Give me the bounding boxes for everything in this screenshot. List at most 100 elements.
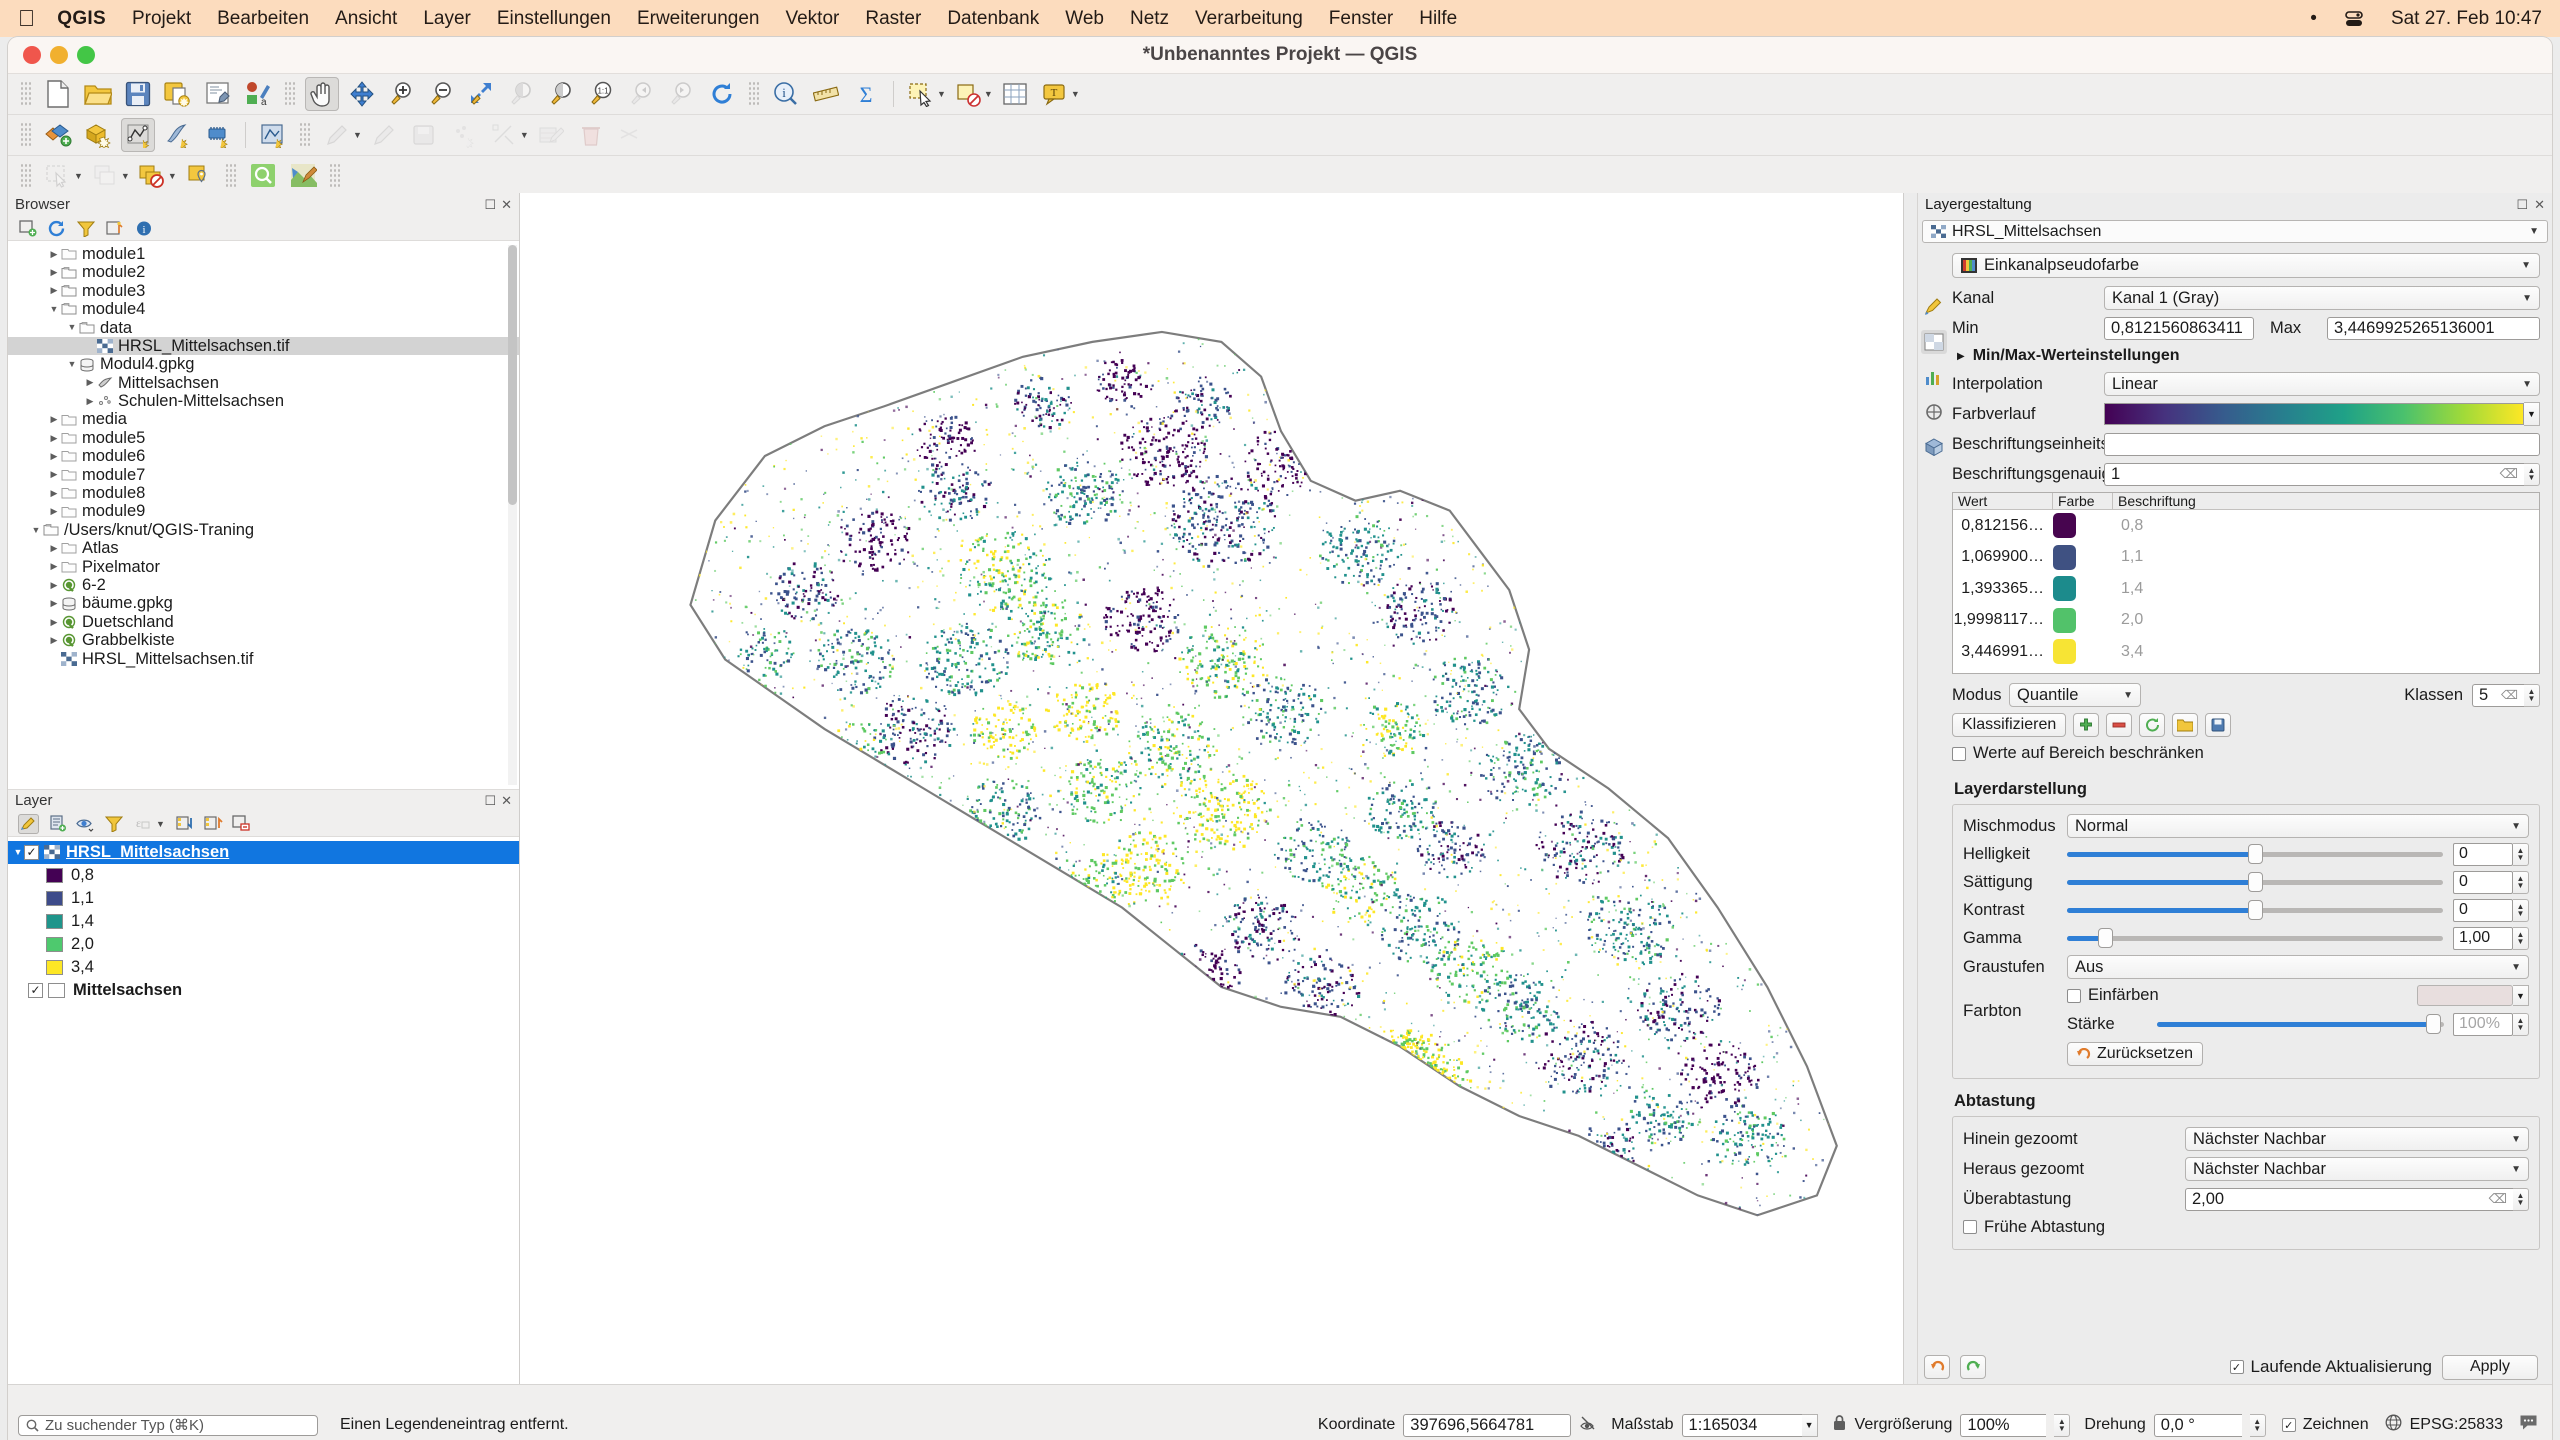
load-colormap-icon[interactable]	[2172, 713, 2199, 737]
rotation-input[interactable]: 0,0 °	[2153, 1413, 2242, 1437]
grayscale-combo[interactable]: Aus ▼	[2067, 955, 2529, 979]
color-class-row[interactable]: 1,9998117… 2,0	[1953, 605, 2539, 637]
class-color-cell[interactable]	[2053, 576, 2113, 602]
band-combo[interactable]: Kanal 1 (Gray) ▼	[2104, 286, 2540, 310]
chevron-down-icon[interactable]: ▼	[168, 171, 177, 181]
browser-scrollbar[interactable]	[508, 245, 517, 785]
class-color-swatch[interactable]	[2053, 607, 2076, 633]
class-color-cell[interactable]	[2053, 544, 2113, 570]
menu-einstellungen[interactable]: Einstellungen	[497, 8, 611, 30]
strength-spinner[interactable]: ▲ ▼	[2513, 1012, 2529, 1036]
twisty-collapsed-icon[interactable]: ▶	[48, 415, 60, 424]
undo-icon[interactable]	[1924, 1355, 1950, 1379]
search-map-icon[interactable]	[246, 159, 280, 193]
twisty-collapsed-icon[interactable]: ▶	[48, 507, 60, 516]
chevron-down-icon[interactable]: ▼	[520, 130, 529, 140]
new-geopackage-layer-icon[interactable]	[256, 118, 290, 152]
info-icon[interactable]: i	[134, 219, 153, 238]
add-virtual-layer-icon[interactable]	[161, 118, 195, 152]
browser-tree-item[interactable]: ▶ Pixelmator	[8, 558, 519, 576]
minmax-settings-section[interactable]: ▶ Min/Max-Werteinstellungen	[1952, 343, 2540, 369]
scale-dropdown[interactable]: ▼	[1801, 1413, 1818, 1437]
save-layer-edits-icon[interactable]	[407, 118, 441, 152]
map-styling-icon[interactable]	[286, 159, 320, 193]
map-canvas-container[interactable]	[520, 193, 1904, 1384]
layer-visibility-checkbox[interactable]: ✓	[28, 982, 43, 998]
expand-all-icon[interactable]	[176, 814, 195, 833]
strength-value-box[interactable]: 100%	[2453, 1012, 2513, 1036]
clip-checkbox[interactable]	[1952, 746, 1966, 761]
select-by-location-icon[interactable]	[182, 159, 216, 193]
layer-tree[interactable]: ▼ ✓ HRSL_Mittelsachsen 0,8 1,1 1,4 2,0 3,4 ✓ Mitt…	[8, 836, 519, 1384]
twisty-collapsed-icon[interactable]: ▶	[48, 286, 60, 295]
browser-tree-item[interactable]: ▶ Atlas	[8, 539, 519, 557]
browser-tree-item[interactable]: ▶ Schulen-Mittelsachsen	[8, 392, 519, 410]
color-class-row[interactable]: 0,812156… 0,8	[1953, 510, 2539, 542]
zoom-last-icon[interactable]	[625, 77, 659, 111]
colorize-color-swatch[interactable]	[2417, 985, 2513, 1006]
twisty-collapsed-icon[interactable]: ▶	[48, 635, 60, 645]
menu-hilfe[interactable]: Hilfe	[1419, 8, 1457, 30]
twisty-expanded-icon[interactable]: ▼	[66, 323, 78, 332]
new-print-layout-icon[interactable]	[201, 77, 235, 111]
menu-bearbeiten[interactable]: Bearbeiten	[217, 8, 309, 30]
color-classes-table[interactable]: Wert Farbe Beschriftung 0,812156… 0,8 1,06…	[1952, 492, 2540, 674]
browser-tree-item[interactable]: ▶ module1	[8, 245, 519, 263]
reset-button[interactable]: Zurücksetzen	[2067, 1042, 2204, 1066]
class-value[interactable]: 0,812156…	[1953, 517, 2053, 535]
twisty-collapsed-icon[interactable]: ▶	[84, 378, 96, 387]
add-mesh-layer-icon[interactable]	[201, 118, 235, 152]
chevron-down-icon[interactable]: ▼	[2522, 379, 2532, 390]
zoom-full-icon[interactable]	[465, 77, 499, 111]
gamma-value-box[interactable]: 1,00	[2453, 926, 2513, 950]
browser-close-icon[interactable]: ✕	[501, 197, 512, 213]
rotation-spinner[interactable]: ▲ ▼	[2249, 1413, 2266, 1437]
remove-class-icon[interactable]	[2106, 713, 2133, 737]
new-project-icon[interactable]	[41, 77, 75, 111]
saturation-value-box[interactable]: 0	[2453, 870, 2513, 894]
contrast-value-box[interactable]: 0	[2453, 898, 2513, 922]
interpolation-combo[interactable]: Linear ▼	[2104, 372, 2540, 396]
zoom-to-layer-icon[interactable]	[545, 77, 579, 111]
magnifier-input[interactable]: 100%	[1960, 1413, 2047, 1437]
collapse-all-icon[interactable]	[105, 219, 124, 238]
class-color-cell[interactable]	[2053, 639, 2113, 665]
add-feature-point-icon[interactable]	[447, 118, 481, 152]
collapse-all-icon[interactable]	[204, 814, 223, 833]
browser-tree-item[interactable]: ▶ module6	[8, 447, 519, 465]
browser-tree-item[interactable]: ▶ media	[8, 411, 519, 429]
menu-fenster[interactable]: Fenster	[1329, 8, 1393, 30]
expression-filter-icon[interactable]: ε	[132, 814, 151, 833]
menu-ansicht[interactable]: Ansicht	[335, 8, 397, 30]
classes-spinner[interactable]: ▲ ▼	[2524, 683, 2540, 707]
menu-verarbeitung[interactable]: Verarbeitung	[1195, 8, 1303, 30]
styling-layer-selector[interactable]: HRSL_Mittelsachsen ▼	[1922, 220, 2548, 243]
contrast-slider[interactable]	[2067, 900, 2443, 920]
contrast-spinner[interactable]: ▲ ▼	[2513, 898, 2529, 922]
toggle-extents-icon[interactable]	[1579, 1414, 1597, 1436]
class-label[interactable]: 3,4	[2113, 643, 2143, 661]
gamma-slider[interactable]	[2067, 928, 2443, 948]
class-color-swatch[interactable]	[2053, 513, 2076, 539]
open-attribute-table-icon[interactable]	[998, 77, 1032, 111]
renderer-type-combo[interactable]: Einkanalpseudofarbe ▼	[1952, 253, 2540, 278]
chevron-down-icon[interactable]: ▼	[121, 171, 130, 181]
browser-tree-item[interactable]: ▶ module5	[8, 429, 519, 447]
color-class-row[interactable]: 1,393365… 1,4	[1953, 573, 2539, 605]
save-project-icon[interactable]	[121, 77, 155, 111]
pan-map-icon[interactable]	[305, 77, 339, 111]
symbology-tab[interactable]	[1921, 295, 1947, 319]
saturation-spinner[interactable]: ▲ ▼	[2513, 870, 2529, 894]
browser-tree-item[interactable]: HRSL_Mittelsachsen.tif	[8, 650, 519, 668]
menu-erweiterungen[interactable]: Erweiterungen	[637, 8, 760, 30]
save-project-as-icon[interactable]	[161, 77, 195, 111]
browser-tree-item[interactable]: ▶ module9	[8, 502, 519, 520]
refresh-icon[interactable]	[47, 219, 66, 238]
select-features-icon[interactable]	[904, 77, 938, 111]
chevron-down-icon[interactable]: ▼	[2511, 1164, 2521, 1175]
battery-stack-icon[interactable]	[2343, 10, 2365, 28]
add-raster-layer-icon[interactable]	[81, 118, 115, 152]
twisty-expanded-icon[interactable]: ▼	[66, 360, 78, 369]
add-class-icon[interactable]	[2073, 713, 2100, 737]
add-group-icon[interactable]	[48, 814, 67, 833]
